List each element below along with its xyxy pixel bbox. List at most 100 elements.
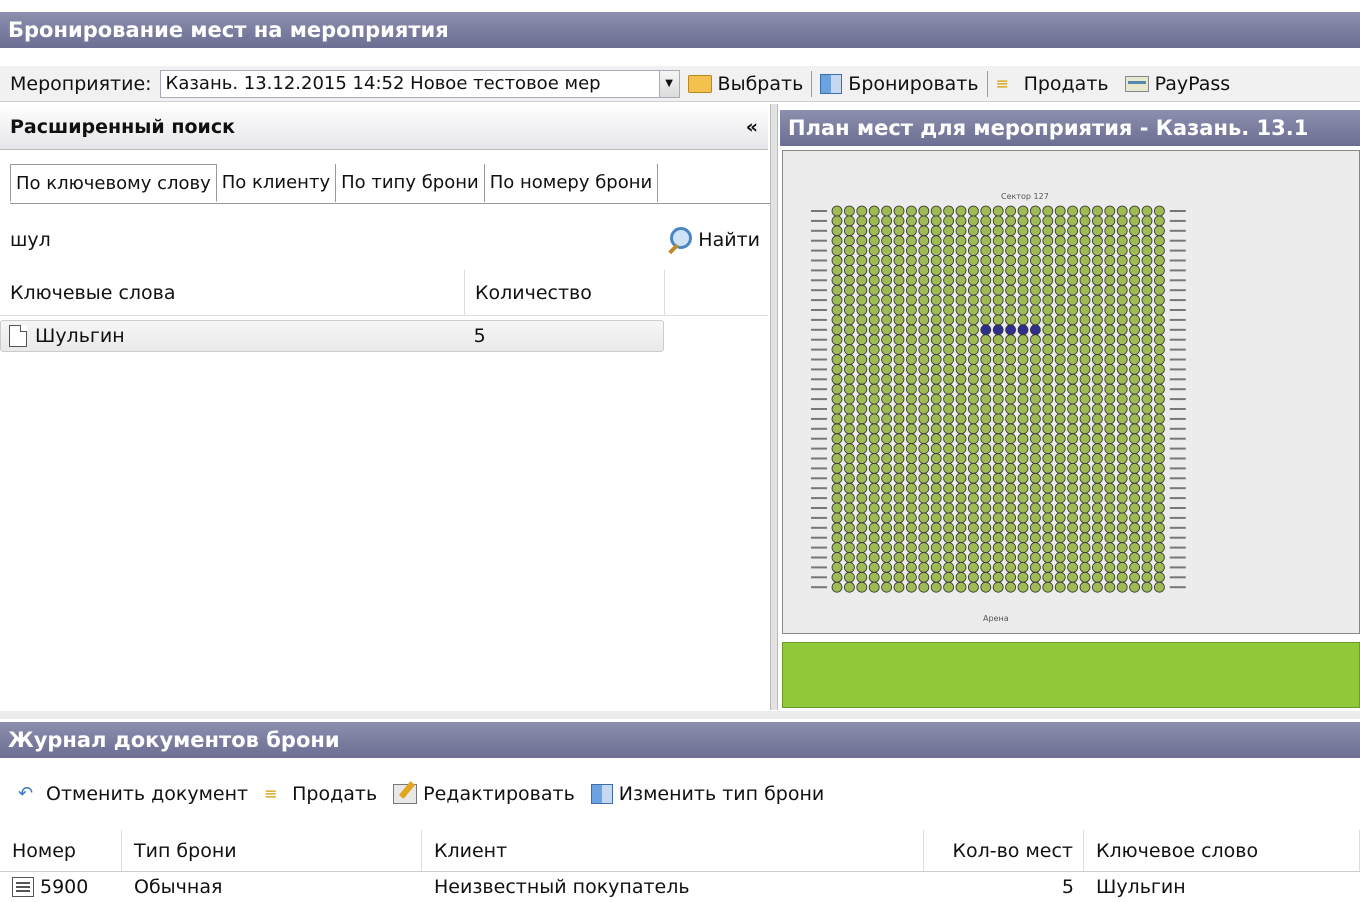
seat[interactable]: [918, 482, 930, 494]
column-header-number[interactable]: Номер: [0, 830, 122, 871]
seat[interactable]: [1129, 373, 1141, 385]
seat[interactable]: [918, 235, 930, 247]
seat[interactable]: [1079, 274, 1091, 286]
seat[interactable]: [881, 205, 892, 217]
seat[interactable]: [1042, 433, 1054, 445]
seat[interactable]: [893, 274, 905, 286]
seat[interactable]: [955, 393, 967, 405]
seat[interactable]: [844, 344, 855, 356]
seat[interactable]: [1104, 403, 1116, 415]
seat[interactable]: [980, 314, 992, 326]
seat[interactable]: [1129, 265, 1141, 276]
seat[interactable]: [1029, 522, 1041, 534]
seat[interactable]: [1153, 413, 1165, 425]
seat[interactable]: [1054, 561, 1066, 573]
seat[interactable]: [1017, 344, 1029, 356]
seat[interactable]: [844, 245, 855, 256]
seat[interactable]: [905, 393, 917, 405]
seat[interactable]: [856, 393, 868, 405]
seat[interactable]: [1116, 472, 1128, 484]
seat[interactable]: [1067, 294, 1079, 306]
seat[interactable]: [943, 245, 955, 256]
seat[interactable]: [905, 235, 917, 247]
seat[interactable]: [1042, 561, 1054, 573]
book-button[interactable]: Бронировать: [812, 69, 986, 99]
seat[interactable]: [905, 571, 917, 583]
seat[interactable]: [893, 542, 905, 554]
seat[interactable]: [831, 245, 843, 256]
seat[interactable]: [856, 413, 868, 425]
seat[interactable]: [992, 284, 1004, 296]
seat[interactable]: [868, 492, 880, 504]
seat[interactable]: [893, 245, 905, 256]
seat[interactable]: [893, 522, 905, 534]
seat[interactable]: [992, 344, 1004, 356]
seat[interactable]: [967, 274, 979, 286]
seat[interactable]: [1104, 344, 1116, 356]
seat[interactable]: [893, 215, 905, 227]
seat[interactable]: [992, 245, 1004, 256]
seat[interactable]: [868, 324, 880, 336]
seat[interactable]: [844, 383, 855, 395]
seat[interactable]: [1054, 383, 1066, 395]
seat[interactable]: [1005, 235, 1017, 247]
seat[interactable]: [905, 532, 917, 544]
seat[interactable]: [918, 274, 930, 286]
seat[interactable]: [1116, 274, 1128, 286]
collapse-icon[interactable]: «: [746, 116, 758, 138]
seat[interactable]: [1017, 284, 1029, 296]
seat[interactable]: [1067, 245, 1079, 256]
seat[interactable]: [967, 581, 979, 593]
seat[interactable]: [1153, 363, 1165, 375]
seat[interactable]: [1029, 344, 1041, 356]
seat[interactable]: [930, 433, 942, 445]
seat[interactable]: [1054, 472, 1066, 484]
seat[interactable]: [856, 314, 868, 326]
seat[interactable]: [980, 413, 992, 425]
seat[interactable]: [1029, 542, 1041, 554]
seat[interactable]: [831, 294, 843, 306]
seat[interactable]: [844, 205, 855, 217]
seat[interactable]: [943, 393, 955, 405]
seat[interactable]: [1141, 324, 1153, 336]
seat[interactable]: [1067, 522, 1079, 534]
seat[interactable]: [1042, 532, 1054, 544]
seat[interactable]: [943, 265, 955, 276]
seat[interactable]: [905, 334, 917, 346]
seat[interactable]: [1116, 294, 1128, 306]
seat[interactable]: [868, 443, 880, 455]
seat[interactable]: [1017, 255, 1029, 266]
seat[interactable]: [881, 215, 892, 227]
seat[interactable]: [905, 265, 917, 276]
seat[interactable]: [893, 413, 905, 425]
seat[interactable]: [918, 373, 930, 385]
seat[interactable]: [980, 453, 992, 464]
seat[interactable]: [1104, 383, 1116, 395]
seat[interactable]: [844, 482, 855, 494]
seat[interactable]: [930, 512, 942, 524]
seat[interactable]: [1141, 542, 1153, 554]
seat[interactable]: [881, 324, 892, 336]
seat[interactable]: [881, 453, 892, 464]
seat[interactable]: [1042, 403, 1054, 415]
seat[interactable]: [856, 522, 868, 534]
seat[interactable]: [1153, 492, 1165, 504]
seat[interactable]: [955, 284, 967, 296]
seat[interactable]: [955, 294, 967, 306]
seat[interactable]: [1091, 294, 1103, 306]
seat[interactable]: [881, 492, 892, 504]
seat[interactable]: [1141, 403, 1153, 415]
seat[interactable]: [1079, 482, 1091, 494]
seat[interactable]: [967, 354, 979, 365]
seat[interactable]: [868, 294, 880, 306]
seat[interactable]: [856, 255, 868, 266]
seat[interactable]: [1029, 294, 1041, 306]
seat[interactable]: [1067, 433, 1079, 445]
seat[interactable]: [1054, 363, 1066, 375]
seat[interactable]: [844, 532, 855, 544]
seat[interactable]: [831, 344, 843, 356]
seat[interactable]: [868, 453, 880, 464]
seat[interactable]: [844, 403, 855, 415]
seat[interactable]: [1017, 512, 1029, 524]
seat[interactable]: [1091, 581, 1103, 593]
